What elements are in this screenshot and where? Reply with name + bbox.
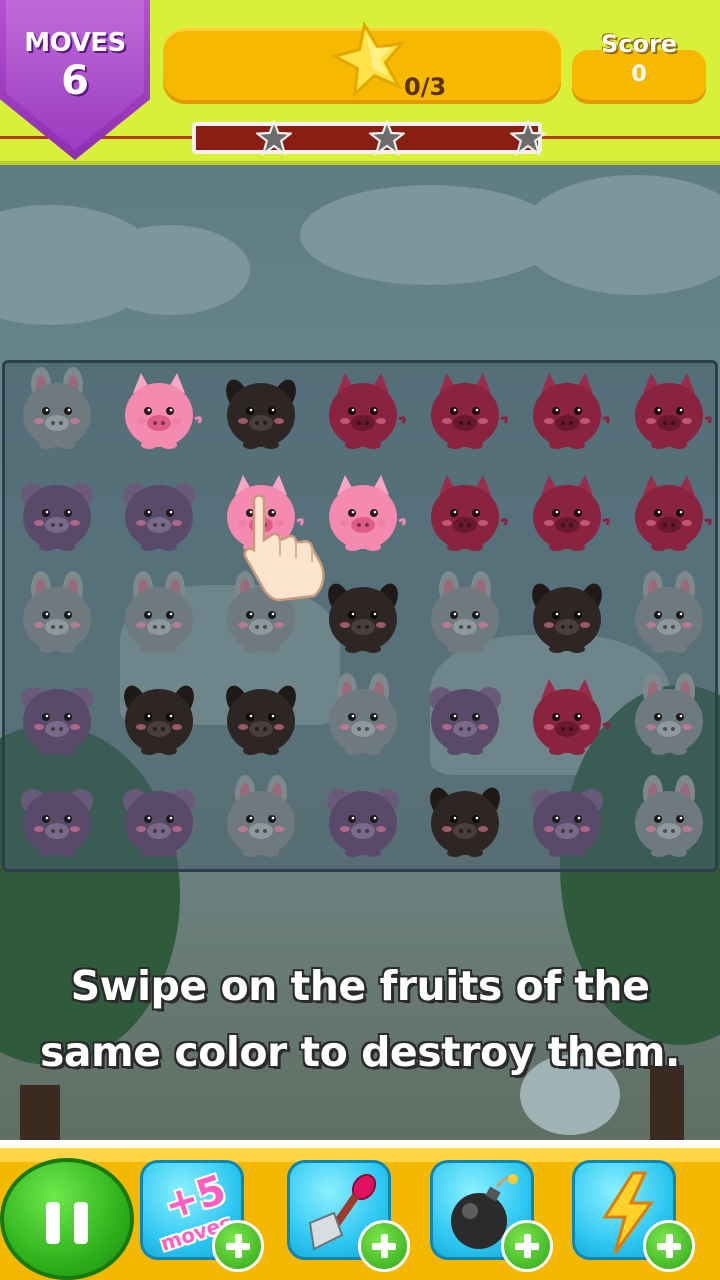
board-tile-pig-dark[interactable] (417, 363, 513, 459)
score-label: Score (600, 30, 678, 58)
board-tile-pig-dark[interactable] (315, 363, 411, 459)
pause-icon (74, 1202, 88, 1244)
board-tile-mouse[interactable] (519, 771, 615, 867)
board-tile-mouse[interactable] (417, 669, 513, 765)
board-tile-bunny[interactable] (9, 363, 105, 459)
milestone-star-icon (510, 120, 546, 156)
board-tile-pig[interactable] (111, 363, 207, 459)
board-tile-mouse[interactable] (9, 771, 105, 867)
board-tile-mouse[interactable] (9, 465, 105, 561)
board-tile-pig-dark[interactable] (417, 465, 513, 561)
moves-label: MOVES (24, 28, 126, 58)
board-tile-dog[interactable] (417, 771, 513, 867)
milestone-star-icon (369, 120, 405, 156)
star-progress-text: 0/3 (404, 73, 447, 101)
buy-lightning-button[interactable] (643, 1220, 695, 1272)
board-tile-dog[interactable] (111, 669, 207, 765)
cloud (90, 225, 250, 315)
board-tile-bunny[interactable] (621, 771, 717, 867)
moves-value: 6 (61, 58, 89, 104)
tutorial-text: Swipe on the fruits of the same color to… (10, 953, 710, 1085)
board-tile-mouse[interactable] (315, 771, 411, 867)
board-tile-pig-dark[interactable] (519, 465, 615, 561)
board-tile-pig-dark[interactable] (621, 363, 717, 459)
board-tile-bunny[interactable] (621, 567, 717, 663)
buy-shovel-button[interactable] (358, 1220, 410, 1272)
hint-hand-icon (243, 494, 325, 602)
board-tile-bunny[interactable] (213, 771, 309, 867)
board-tile-dog[interactable] (519, 567, 615, 663)
pause-button[interactable] (0, 1158, 134, 1280)
buy-extra-moves-button[interactable] (212, 1220, 264, 1272)
board-tile-dog[interactable] (213, 669, 309, 765)
board-tile-mouse[interactable] (111, 465, 207, 561)
board-tile-pig-dark[interactable] (519, 669, 615, 765)
cloud (520, 175, 720, 295)
game-board (2, 360, 718, 872)
tutorial-line-1: Swipe on the fruits of the (70, 962, 650, 1010)
board-tile-bunny[interactable] (9, 567, 105, 663)
pause-icon (46, 1202, 60, 1244)
top-hud: 0/3 Score 0 MOVES 6 (0, 0, 720, 165)
score-value: 0 (631, 62, 647, 87)
score-progress-bar (192, 120, 546, 156)
milestone-star-icon (256, 120, 292, 156)
board-tile-pig-dark[interactable] (519, 363, 615, 459)
buy-bomb-button[interactable] (501, 1220, 553, 1272)
board-tile-pig-dark[interactable] (621, 465, 717, 561)
goal-star-icon (330, 22, 406, 98)
board-tile-dog[interactable] (213, 363, 309, 459)
board-tile-bunny[interactable] (417, 567, 513, 663)
board-tile-bunny[interactable] (621, 669, 717, 765)
board-tile-mouse[interactable] (111, 771, 207, 867)
board-tile-bunny[interactable] (111, 567, 207, 663)
board-tile-mouse[interactable] (9, 669, 105, 765)
board-tile-bunny[interactable] (315, 669, 411, 765)
tutorial-line-2: same color to destroy them. (39, 1028, 681, 1076)
